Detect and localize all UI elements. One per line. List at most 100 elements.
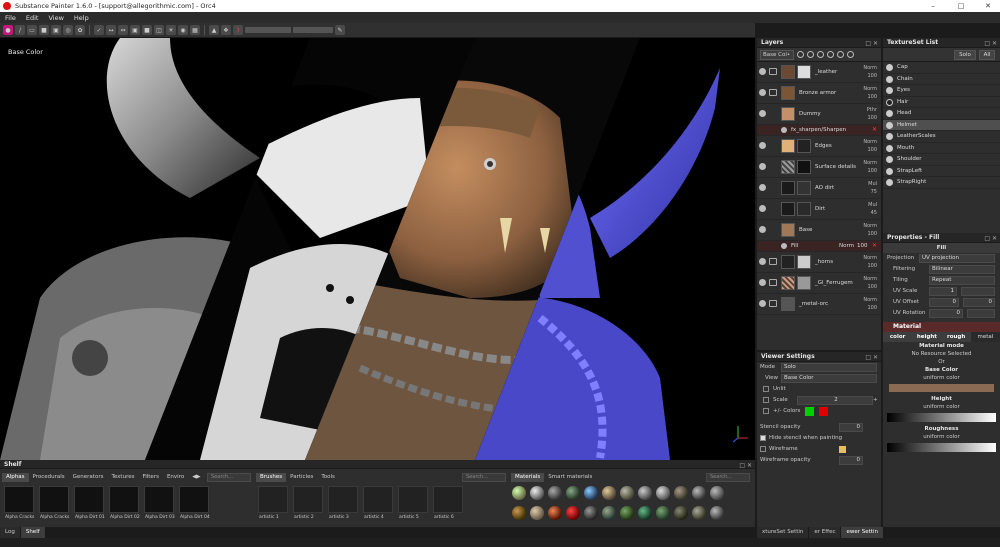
eye-icon[interactable]	[886, 64, 893, 71]
tab-height[interactable]: height	[912, 332, 942, 342]
wireframe-opacity-input[interactable]: 0	[839, 456, 863, 465]
brush-tile[interactable]: artistic 4	[363, 486, 393, 520]
brush-tile[interactable]: artistic 1	[258, 486, 288, 520]
paint-mode-icon[interactable]: )	[233, 25, 243, 35]
material-ball[interactable]	[602, 486, 616, 500]
material-ball[interactable]	[692, 506, 706, 520]
geometry-mask-icon[interactable]: ▣	[51, 25, 61, 35]
alpha-tile[interactable]: Alpha Cracks	[39, 486, 69, 520]
layer-row[interactable]: _horns Norm 100	[757, 252, 881, 273]
textureset-item[interactable]: Shoulder	[883, 154, 1000, 166]
tab-shader-effects[interactable]: er Effec	[809, 527, 842, 538]
all-button[interactable]: All	[979, 50, 995, 60]
fill-section-header[interactable]: Fill	[883, 243, 1000, 253]
menu-file[interactable]: File	[0, 14, 21, 22]
material-ball[interactable]	[620, 506, 634, 520]
eye-icon[interactable]	[759, 89, 766, 96]
tab-viewer-settings[interactable]: ewer Settin	[841, 527, 884, 538]
solo-button[interactable]: Solo	[954, 50, 976, 60]
material-ball[interactable]	[566, 486, 580, 500]
material-ball[interactable]	[656, 506, 670, 520]
material-ball[interactable]	[656, 486, 670, 500]
layer-blend[interactable]: Norm 100	[863, 85, 877, 101]
eye-icon[interactable]	[759, 226, 766, 233]
scale-checkbox[interactable]	[763, 397, 769, 403]
layer-row[interactable]: Dummy Pthr 100	[757, 104, 881, 125]
scale-increment-icon[interactable]: +	[873, 397, 878, 403]
menu-view[interactable]: View	[43, 14, 68, 22]
material-ball[interactable]	[620, 486, 634, 500]
height-slider[interactable]	[887, 413, 996, 422]
layer-row[interactable]: Dirt Mul 45	[757, 199, 881, 220]
symmetry-icon[interactable]: ↔	[106, 25, 116, 35]
uv-scale-slider[interactable]	[961, 287, 995, 296]
eye-icon[interactable]	[886, 156, 893, 163]
tab-materials[interactable]: Materials	[511, 473, 545, 482]
environment-icon[interactable]: ◉	[178, 25, 188, 35]
tab-procedurals[interactable]: Procedurals	[29, 473, 69, 482]
material-ball[interactable]	[530, 486, 544, 500]
layer-row[interactable]: Surface details Norm 100	[757, 157, 881, 178]
layer-row[interactable]: _Gl_Ferrugem Norm 100	[757, 273, 881, 294]
eye-icon[interactable]	[781, 243, 787, 249]
material-ball[interactable]	[584, 506, 598, 520]
material-ball[interactable]	[674, 506, 688, 520]
eye-icon[interactable]	[886, 144, 893, 152]
uv-rotation-slider[interactable]	[967, 309, 995, 318]
eye-icon[interactable]	[759, 184, 766, 191]
eye-icon[interactable]	[886, 133, 893, 140]
eye-icon[interactable]	[759, 68, 766, 75]
layer-blend[interactable]: Norm 100	[863, 296, 877, 312]
fill-mode[interactable]: Norm	[839, 243, 854, 249]
uv-offset-y-input[interactable]: 0	[963, 298, 995, 307]
panel-options-icon[interactable]: □ ✕	[739, 461, 752, 470]
material-ball[interactable]	[602, 506, 616, 520]
eye-icon[interactable]	[886, 75, 893, 83]
layer-blend[interactable]: Norm 100	[863, 64, 877, 80]
textureset-item-active[interactable]: Helmet	[883, 119, 1000, 131]
eye-icon[interactable]	[759, 110, 766, 117]
layer-row[interactable]: _leather Norm 100	[757, 62, 881, 83]
eye-icon[interactable]	[759, 279, 766, 286]
brush-tile[interactable]: artistic 3	[328, 486, 358, 520]
uv-scale-input[interactable]: 1	[929, 287, 957, 296]
no-resource-label[interactable]: No Resource Selected	[883, 350, 1000, 358]
eye-icon[interactable]	[886, 87, 893, 94]
add-layer-icon[interactable]	[797, 51, 804, 58]
alphas-search-input[interactable]: Search...	[207, 473, 251, 482]
tab-generators[interactable]: Generators	[69, 473, 108, 482]
material-ball[interactable]	[638, 486, 652, 500]
tab-environments[interactable]: Enviro	[163, 473, 188, 482]
material-ball[interactable]	[530, 506, 544, 520]
effect-row[interactable]: fx_sharpen/Sharpen ✕	[757, 125, 881, 136]
delete-layer-icon[interactable]	[847, 51, 854, 58]
tab-scroll-icon[interactable]: ◀▶	[188, 473, 204, 482]
picker-icon[interactable]: ✓	[94, 25, 104, 35]
colors-checkbox[interactable]	[763, 408, 769, 414]
paint-brush-icon[interactable]: ●	[3, 25, 13, 35]
panel-options-icon[interactable]: □ ✕	[984, 234, 997, 244]
layer-row[interactable]: AO dirt Mul 75	[757, 178, 881, 199]
tab-alphas[interactable]: Alphas	[2, 473, 29, 482]
tab-filters[interactable]: Filters	[138, 473, 163, 482]
negative-color-swatch[interactable]	[819, 407, 828, 416]
material-ball[interactable]	[638, 506, 652, 520]
eye-icon[interactable]	[759, 142, 766, 149]
layer-row[interactable]: Edges Norm 100	[757, 136, 881, 157]
lazy-mouse-icon[interactable]: ❖	[221, 25, 231, 35]
eraser-icon[interactable]: ▭	[27, 25, 37, 35]
base-color-swatch[interactable]	[889, 384, 994, 392]
menu-edit[interactable]: Edit	[21, 14, 44, 22]
alpha-tile[interactable]: Alpha Cracks	[4, 486, 34, 520]
positive-color-swatch[interactable]	[805, 407, 814, 416]
brush-icon[interactable]: /	[15, 25, 25, 35]
textureset-item[interactable]: Cap	[883, 62, 1000, 74]
alpha-tile[interactable]: Alpha Dirt 03	[144, 486, 175, 520]
eye-icon[interactable]	[759, 205, 766, 212]
brush-tile[interactable]: artistic 6	[433, 486, 463, 520]
layer-blend[interactable]: Mul 45	[868, 201, 877, 217]
textureset-item[interactable]: Hair	[883, 97, 1000, 108]
material-ball[interactable]	[566, 506, 580, 520]
layer-blend[interactable]: Mul 75	[868, 180, 877, 196]
layer-blend[interactable]: Norm 100	[863, 222, 877, 238]
